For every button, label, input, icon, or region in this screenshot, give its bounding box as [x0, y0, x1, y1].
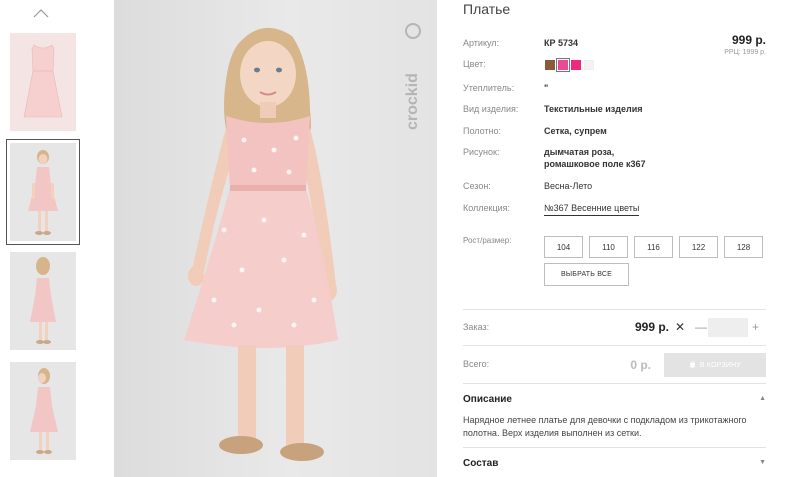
insulation-label: Утеплитель:: [463, 83, 515, 93]
brand-logo: crockid: [403, 22, 423, 135]
product-title: Платье: [463, 1, 511, 17]
season-value: Весна-Лето: [544, 181, 593, 191]
composition-title[interactable]: Состав: [463, 458, 498, 469]
thumbnail-girl-side[interactable]: [10, 362, 76, 460]
size-label: Рост/размер:: [463, 236, 512, 245]
select-all-sizes-button[interactable]: ВЫБРАТЬ ВСЕ: [544, 263, 629, 286]
quantity-plus-button[interactable]: +: [752, 320, 759, 334]
insulation-value: ": [544, 83, 549, 93]
color-swatch-pink-selected[interactable]: [556, 58, 570, 72]
chevron-up-icon[interactable]: [32, 6, 50, 20]
fabric-label: Полотно:: [463, 126, 502, 136]
thumbnail-girl-front[interactable]: [6, 139, 80, 245]
size-button-122[interactable]: 122: [679, 236, 718, 258]
add-to-cart-label: В КОРЗИНУ: [699, 361, 742, 369]
order-label: Заказ:: [463, 322, 490, 332]
order-price: 999 р.: [635, 320, 670, 334]
thumbnail-column: [0, 0, 80, 477]
divider: [463, 309, 766, 310]
size-button-116[interactable]: 116: [634, 236, 673, 258]
description-text: Нарядное летнее платье для девочки с под…: [463, 415, 747, 438]
description-title[interactable]: Описание: [463, 394, 512, 405]
color-swatch-magenta[interactable]: [571, 60, 581, 70]
size-button-104[interactable]: 104: [544, 236, 583, 258]
color-swatch-brown[interactable]: [545, 60, 555, 70]
article-value: КР 5734: [544, 38, 579, 48]
size-button-110[interactable]: 110: [589, 236, 628, 258]
season-label: Сезон:: [463, 181, 491, 191]
total-label: Всего:: [463, 359, 490, 369]
fabric-value: Сетка, супрем: [544, 126, 607, 136]
chevron-down-small-icon[interactable]: ▼: [759, 459, 766, 466]
divider: [463, 383, 766, 384]
article-label: Артикул:: [463, 38, 500, 48]
add-to-cart-button[interactable]: В КОРЗИНУ: [664, 353, 766, 377]
type-value: Текстильные изделия: [544, 104, 643, 114]
thumbnail-dress-flat[interactable]: [10, 33, 76, 131]
total-value: 0 р.: [630, 358, 651, 372]
quantity-input[interactable]: [708, 318, 748, 337]
color-swatch-white[interactable]: [584, 60, 594, 70]
collection-label: Коллекция:: [463, 203, 511, 213]
pattern-value-line2: ромашковое поле к367: [544, 159, 646, 169]
svg-text:crockid: crockid: [404, 73, 421, 130]
quantity-minus-button[interactable]: —: [695, 320, 707, 334]
cart-icon: [689, 360, 696, 370]
pattern-value-line1: дымчатая роза,: [544, 147, 615, 157]
multiply-icon: ✕: [675, 320, 686, 334]
thumbnail-girl-back[interactable]: [10, 252, 76, 350]
divider: [463, 447, 766, 448]
color-label: Цвет:: [463, 59, 486, 69]
product-price: 999 р.: [731, 33, 766, 47]
pattern-label: Рисунок:: [463, 147, 500, 157]
main-product-image[interactable]: crockid: [114, 0, 437, 477]
product-details: Платье 999 р. РРЦ: 1999 р. Артикул: КР 5…: [463, 0, 766, 477]
chevron-up-small-icon[interactable]: ▲: [759, 395, 766, 402]
size-button-128[interactable]: 128: [724, 236, 763, 258]
divider: [463, 345, 766, 346]
collection-link[interactable]: №367 Весенние цветы: [544, 202, 640, 216]
type-label: Вид изделия:: [463, 104, 519, 114]
rrp-price: РРЦ: 1999 р.: [724, 49, 766, 56]
